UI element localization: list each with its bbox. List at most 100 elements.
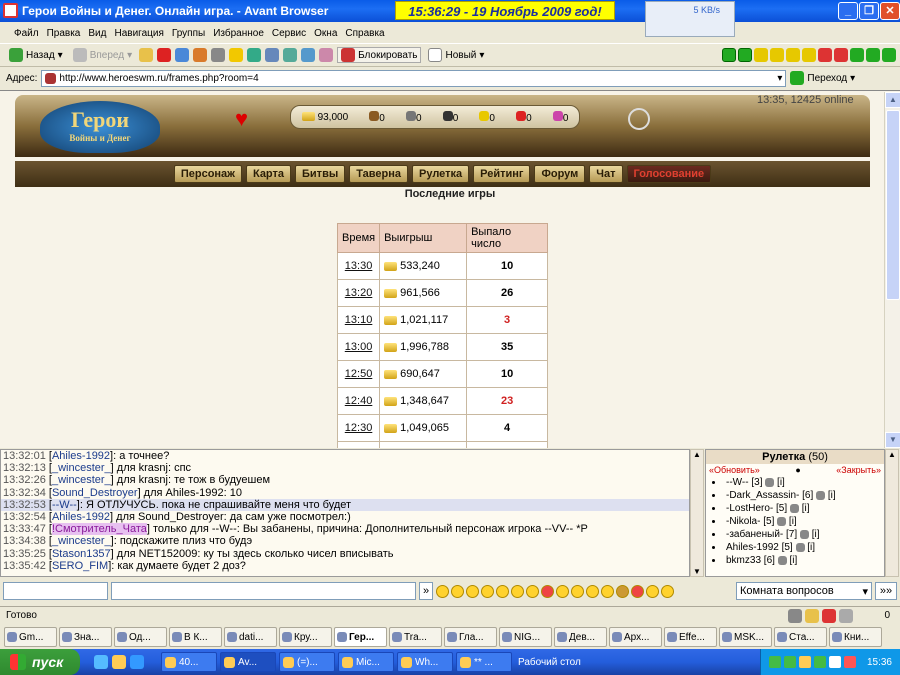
message-input[interactable] <box>111 582 416 600</box>
roulette-user[interactable]: -LostHero- [5] [i] <box>706 502 884 515</box>
smile-icon[interactable] <box>586 584 599 598</box>
menu-groups[interactable]: Группы <box>172 28 205 39</box>
browser-tab[interactable]: dati... <box>224 627 277 647</box>
split-icon[interactable] <box>882 48 896 62</box>
refresh-icon[interactable] <box>175 48 190 62</box>
refresh-link[interactable]: «Обновить» <box>709 465 760 475</box>
quicklaunch-icon[interactable] <box>94 655 108 669</box>
chat-nick[interactable]: !Смотритель_Чата <box>51 523 147 536</box>
minimize-button[interactable]: _ <box>838 2 858 20</box>
nav-rating[interactable]: Рейтинг <box>473 165 531 183</box>
browser-tab[interactable]: Гла... <box>444 627 497 647</box>
roulette-user[interactable]: --W-- [3] [i] <box>706 476 884 489</box>
prev-tab-icon[interactable] <box>722 48 736 62</box>
game-time-link[interactable]: 13:30 <box>345 260 373 272</box>
tile-icon[interactable] <box>754 48 768 62</box>
more-button[interactable]: »» <box>875 582 897 600</box>
room-select[interactable]: Комната вопросов ▾ <box>736 582 872 600</box>
smile-icon[interactable] <box>526 584 539 598</box>
browser-tab[interactable]: Tra... <box>389 627 442 647</box>
recipient-input[interactable] <box>3 582 108 600</box>
smile-icon[interactable] <box>646 584 659 598</box>
game-time-link[interactable]: 13:00 <box>345 341 373 353</box>
nav-voting[interactable]: Голосование <box>626 165 712 183</box>
menu-view[interactable]: Вид <box>88 28 106 39</box>
address-url[interactable]: http://www.heroeswm.ru/frames.php?room=4 <box>59 73 258 84</box>
smile-icon[interactable] <box>511 584 524 598</box>
scroll-down-icon[interactable]: ▼ <box>691 567 703 576</box>
print-icon[interactable] <box>319 48 334 62</box>
tray-icon[interactable] <box>813 656 826 668</box>
nav-character[interactable]: Персонаж <box>173 165 242 183</box>
browser-tab[interactable]: MSK... <box>719 627 772 647</box>
forward-button[interactable]: Вперед ▾ <box>70 48 135 62</box>
tile-horizontal-icon[interactable] <box>802 48 816 62</box>
smile-icon[interactable] <box>661 584 674 598</box>
browser-tab[interactable]: Ста... <box>774 627 827 647</box>
ie-icon[interactable] <box>130 655 144 669</box>
taskbar-task[interactable]: (=)... <box>279 652 335 672</box>
taskbar-task[interactable]: Wh... <box>397 652 453 672</box>
smile-icon[interactable] <box>556 584 569 598</box>
smile-icon[interactable] <box>496 584 509 598</box>
smile-icon[interactable] <box>466 584 479 598</box>
nav-forum[interactable]: Форум <box>534 165 586 183</box>
game-time-link[interactable]: 12:30 <box>345 422 373 434</box>
send-button[interactable]: » <box>419 582 433 600</box>
beer-icon[interactable] <box>616 584 629 598</box>
menu-navigation[interactable]: Навигация <box>114 28 163 39</box>
roulette-user[interactable]: -Dark_Assassin- [6] [i] <box>706 489 884 502</box>
chat-nick[interactable]: Stason1357 <box>52 548 111 560</box>
window-icon[interactable] <box>265 48 280 62</box>
game-time-link[interactable]: 12:40 <box>345 395 373 407</box>
menu-help[interactable]: Справка <box>345 28 384 39</box>
chevron-down-icon[interactable]: ▾ <box>777 73 782 84</box>
game-logo[interactable]: Герои Войны и Денег <box>40 101 160 153</box>
smile-icon[interactable] <box>601 584 614 598</box>
stop-icon[interactable] <box>157 48 172 62</box>
chat-nick[interactable]: _wincester_ <box>52 474 111 486</box>
flower-icon[interactable] <box>631 584 644 598</box>
new-window-button[interactable]: Новый ▾ <box>425 48 487 62</box>
tile-vertical-icon[interactable] <box>786 48 800 62</box>
info-icon[interactable]: [i] <box>812 529 820 540</box>
browser-tab[interactable]: Кру... <box>279 627 332 647</box>
game-time-link[interactable]: 13:10 <box>345 314 373 326</box>
angry-smile-icon[interactable] <box>541 584 554 598</box>
favorites-icon[interactable] <box>139 48 154 62</box>
block-popups-button[interactable]: Блокировать <box>337 47 422 63</box>
start-button[interactable]: пуск <box>0 649 80 675</box>
mail-icon[interactable] <box>301 48 316 62</box>
back-button[interactable]: Назад ▾ <box>6 48 66 62</box>
browser-tab[interactable]: Кни... <box>829 627 882 647</box>
info-icon[interactable]: [i] <box>802 503 810 514</box>
page-scrollbar[interactable]: ▲ ▼ <box>884 92 900 448</box>
game-time-link[interactable]: 12:50 <box>345 368 373 380</box>
star-icon[interactable] <box>229 48 244 62</box>
close-link[interactable]: «Закрыть» <box>836 465 881 475</box>
tray-icon[interactable] <box>768 656 781 668</box>
browser-tab[interactable]: Зна... <box>59 627 112 647</box>
close-button[interactable]: ✕ <box>880 2 900 20</box>
info-icon[interactable]: [i] <box>807 542 815 553</box>
smile-icon[interactable] <box>436 584 449 598</box>
chat-nick[interactable]: Ahiles-1992 <box>52 511 110 523</box>
close-all-icon[interactable] <box>834 48 848 62</box>
scroll-up-icon[interactable]: ▲ <box>885 92 900 108</box>
close-tab-icon[interactable] <box>818 48 832 62</box>
home-icon[interactable] <box>193 48 208 62</box>
scroll-up-icon[interactable]: ▲ <box>886 450 898 459</box>
roulette-user[interactable]: bkmz33 [6] [i] <box>706 554 884 567</box>
nav-map[interactable]: Карта <box>245 165 292 183</box>
menu-favorites[interactable]: Избранное <box>213 28 264 39</box>
tray-icon[interactable] <box>798 656 811 668</box>
roulette-scrollbar[interactable]: ▲ <box>885 449 899 577</box>
maximize-tab-icon[interactable] <box>866 48 880 62</box>
history-icon[interactable] <box>247 48 262 62</box>
roulette-user[interactable]: -забаненый- [7] [i] <box>706 528 884 541</box>
smile-icon[interactable] <box>571 584 584 598</box>
scroll-up-icon[interactable]: ▲ <box>691 450 703 459</box>
chat-nick[interactable]: Sound_Destroyer <box>52 487 138 499</box>
next-tab-icon[interactable] <box>738 48 752 62</box>
browser-tab[interactable]: Гер... <box>334 627 387 647</box>
